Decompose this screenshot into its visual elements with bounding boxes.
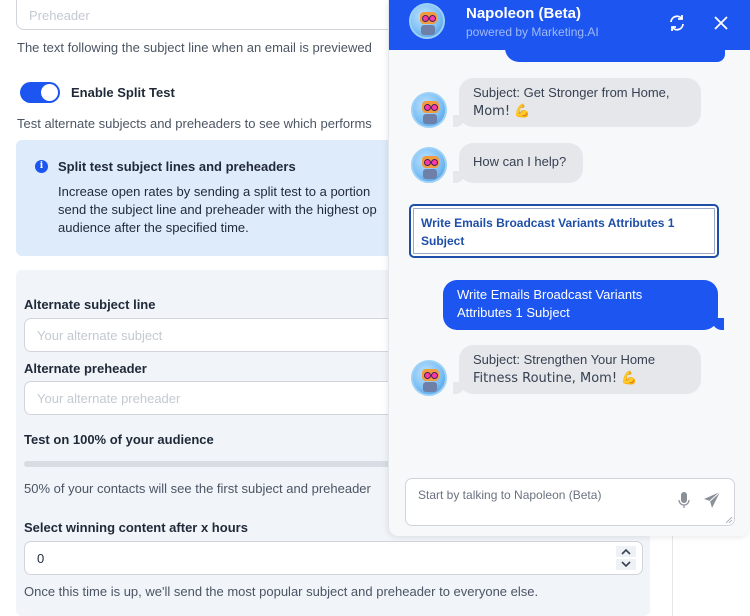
bot-message: How can I help?	[453, 143, 583, 183]
split-test-toggle[interactable]	[20, 82, 60, 103]
chevron-down-icon	[621, 561, 631, 568]
bot-avatar	[409, 3, 445, 39]
send-button[interactable]	[702, 490, 722, 510]
audience-slider[interactable]	[24, 461, 424, 467]
chat-message-input[interactable]: Start by talking to Napoleon (Beta)	[405, 478, 735, 526]
preheader-input[interactable]: Preheader	[16, 0, 436, 30]
robot-body	[421, 25, 435, 35]
suggestion-button[interactable]: Write Emails Broadcast Variants Attribut…	[409, 204, 719, 258]
robot-eye	[430, 16, 435, 21]
chat-widget: Napoleon (Beta) powered by Marketing.AI …	[388, 0, 750, 536]
message-line: Mom! 💪	[473, 104, 531, 119]
message-line: Write Emails Broadcast Variants	[457, 287, 643, 302]
suggestion-line: Subject	[421, 234, 465, 248]
header-decoration	[505, 48, 725, 62]
page: Preheader The text following the subject…	[0, 0, 750, 616]
winning-label: Select winning content after x hours	[24, 520, 248, 535]
robot-eye	[423, 16, 428, 21]
alternate-preheader-label: Alternate preheader	[24, 361, 147, 376]
audience-label: Test on 100% of your audience	[24, 432, 214, 447]
split-test-toggle-label: Enable Split Test	[71, 85, 175, 100]
bot-message: Subject: Get Stronger from Home, Mom! 💪	[453, 78, 701, 127]
alternate-subject-input[interactable]: Your alternate subject	[24, 318, 424, 352]
robot-body	[423, 169, 437, 179]
robot-eye	[425, 105, 430, 110]
winning-hours-input[interactable]: 0	[24, 541, 643, 575]
chat-input-placeholder: Start by talking to Napoleon (Beta)	[418, 488, 602, 502]
close-icon	[714, 16, 728, 30]
robot-eye	[432, 105, 437, 110]
alternate-preheader-input[interactable]: Your alternate preheader	[24, 381, 424, 415]
bot-avatar	[411, 147, 447, 183]
microphone-button[interactable]	[676, 490, 692, 510]
resize-handle-icon[interactable]	[726, 517, 732, 523]
message-line: Fitness Routine, Mom! 💪	[473, 371, 638, 386]
user-message: Write Emails Broadcast Variants Attribut…	[443, 280, 724, 330]
preheader-help-text: The text following the subject line when…	[17, 40, 372, 55]
send-icon	[704, 491, 721, 508]
refresh-icon	[670, 15, 684, 31]
refresh-button[interactable]	[665, 11, 689, 35]
split-test-help-text: Test alternate subjects and preheaders t…	[17, 116, 372, 131]
robot-eye	[425, 160, 430, 165]
info-body-line: audience after the specified time.	[58, 220, 249, 235]
decrement-button[interactable]	[616, 559, 636, 570]
bot-avatar	[411, 92, 447, 128]
alternate-subject-label: Alternate subject line	[24, 297, 156, 312]
suggestion-line: Write Emails Broadcast Variants Attribut…	[421, 216, 675, 230]
bot-message: Subject: Strengthen Your Home Fitness Ro…	[453, 345, 701, 394]
increment-button[interactable]	[616, 546, 636, 557]
robot-eye	[432, 160, 437, 165]
chevron-up-icon	[621, 548, 631, 555]
robot-body	[423, 382, 437, 392]
audience-help-text: 50% of your contacts will see the first …	[24, 481, 371, 496]
number-spinner	[616, 545, 636, 571]
microphone-icon	[678, 492, 690, 508]
info-body: Increase open rates by sending a split t…	[58, 183, 388, 237]
message-line: Subject: Strengthen Your Home	[473, 352, 656, 367]
alternate-subject-placeholder: Your alternate subject	[37, 327, 163, 343]
close-button[interactable]	[709, 11, 733, 35]
alternate-preheader-placeholder: Your alternate preheader	[37, 390, 181, 406]
message-line: Attributes 1 Subject	[457, 305, 570, 320]
winning-help-text: Once this time is up, we'll send the mos…	[24, 584, 539, 599]
info-body-line: Increase open rates by sending a split t…	[58, 184, 371, 199]
toggle-knob	[41, 84, 58, 101]
message-line: How can I help?	[473, 154, 567, 169]
robot-eye	[425, 373, 430, 378]
message-line: Subject: Get Stronger from Home,	[473, 85, 670, 100]
info-icon: i	[35, 160, 48, 173]
chat-title: Napoleon (Beta)	[466, 5, 582, 22]
winning-hours-value: 0	[37, 550, 45, 566]
bot-avatar	[411, 360, 447, 396]
chat-subtitle: powered by Marketing.AI	[466, 25, 599, 39]
robot-eye	[432, 373, 437, 378]
preheader-placeholder: Preheader	[29, 7, 90, 23]
info-title: Split test subject lines and preheaders	[58, 159, 296, 174]
info-body-line: send the subject line and preheader with…	[58, 202, 377, 217]
robot-body	[423, 114, 437, 124]
